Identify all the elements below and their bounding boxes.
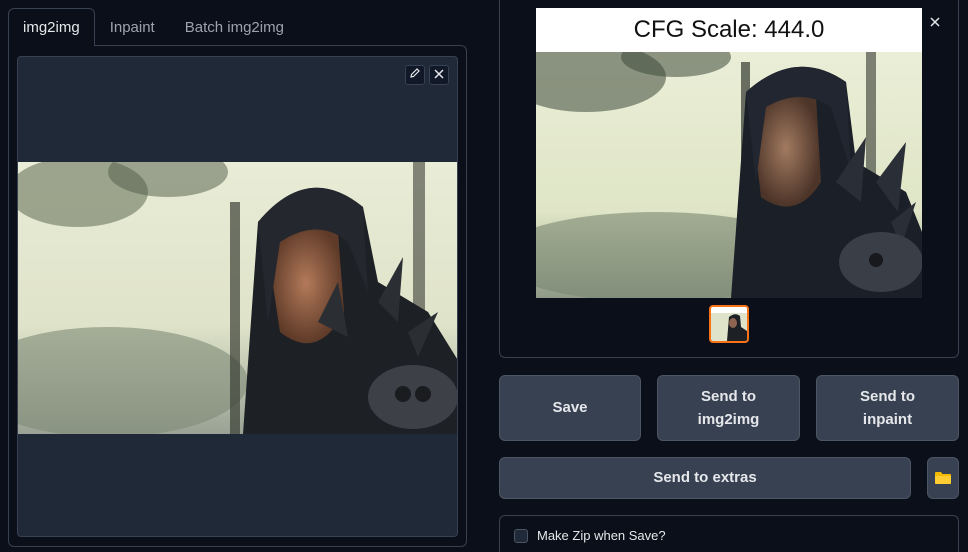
result-photo (536, 52, 922, 298)
tab-bar: img2img Inpaint Batch img2img (8, 8, 299, 46)
output-gallery: CFG Scale: 444.0 (499, 0, 959, 358)
make-zip-checkbox[interactable] (514, 529, 528, 543)
folder-icon (935, 472, 951, 484)
tab-content (8, 45, 467, 547)
input-photo (18, 162, 457, 434)
output-panel: CFG Scale: 444.0 Save Send to img2img Se… (490, 0, 968, 552)
panel-divider (476, 0, 490, 552)
result-image[interactable]: CFG Scale: 444.0 (536, 8, 922, 298)
make-zip-row: Make Zip when Save? (499, 515, 959, 552)
result-caption: CFG Scale: 444.0 (536, 8, 922, 52)
gallery-thumbnail[interactable] (709, 305, 749, 343)
pencil-icon[interactable] (405, 65, 425, 85)
send-to-img2img-button[interactable]: Send to img2img (657, 375, 800, 441)
close-icon[interactable] (429, 65, 449, 85)
tab-batch-img2img[interactable]: Batch img2img (170, 8, 299, 46)
make-zip-label[interactable]: Make Zip when Save? (537, 528, 666, 543)
save-button[interactable]: Save (499, 375, 641, 441)
close-icon[interactable] (930, 14, 940, 32)
input-image-box[interactable] (17, 56, 458, 537)
tab-img2img[interactable]: img2img (8, 8, 95, 46)
img2img-panel: img2img Inpaint Batch img2img (0, 0, 476, 552)
tab-inpaint[interactable]: Inpaint (95, 8, 170, 46)
send-to-extras-button[interactable]: Send to extras (499, 457, 911, 499)
open-folder-button[interactable] (927, 457, 959, 499)
send-to-inpaint-button[interactable]: Send to inpaint (816, 375, 959, 441)
